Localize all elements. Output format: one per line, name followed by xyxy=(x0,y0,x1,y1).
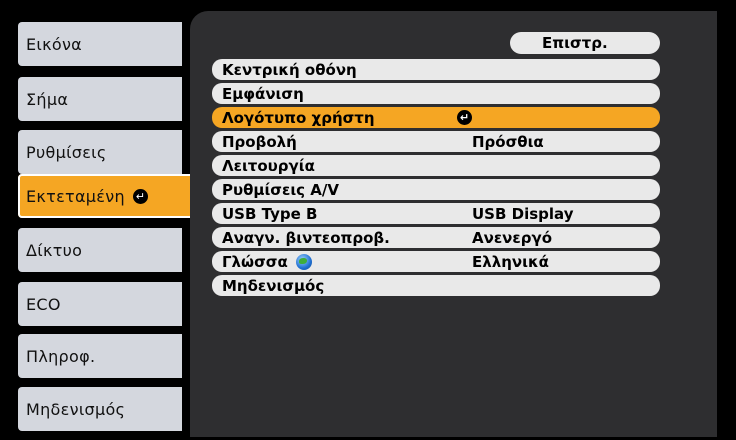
sidebar-item-label: Ρυθμίσεις xyxy=(26,142,107,162)
menu-item-label: USB Type B xyxy=(222,204,318,223)
globe-icon xyxy=(295,253,312,270)
menu-item-value: Πρόσθια xyxy=(472,132,544,151)
sidebar-item-label: Πληροφ. xyxy=(26,346,96,366)
menu-item-label: Λειτουργία xyxy=(222,156,315,175)
return-button-label: Επιστρ. xyxy=(542,34,608,52)
enter-icon: ↵ xyxy=(132,188,148,204)
menu-item-label: Κεντρική οθόνη xyxy=(222,60,357,79)
menu-item-label: Γλώσσα xyxy=(222,252,288,271)
menu-item-label: Προβολή xyxy=(222,132,297,151)
sidebar-item-label: Μηδενισμός xyxy=(26,399,126,419)
menu-item-label: Ρυθμίσεις A/V xyxy=(222,180,339,199)
menu-item-label: Εμφάνιση xyxy=(222,84,304,103)
menu-item-label: Αναγν. βιντεοπροβ. xyxy=(222,228,390,247)
menu-item-language[interactable]: Γλώσσα Ελληνικά xyxy=(212,251,660,272)
menu-item-projection[interactable]: Προβολή Πρόσθια xyxy=(212,131,660,152)
menu-item-projector-id[interactable]: Αναγν. βιντεοπροβ. Ανενεργό xyxy=(212,227,660,248)
menu-item-value: USB Display xyxy=(472,204,574,223)
menu-item-label: Λογότυπο χρήστη xyxy=(222,108,375,127)
sidebar-item-label: Εικόνα xyxy=(26,34,83,54)
menu-item-value: Ελληνικά xyxy=(472,252,549,271)
sidebar-item-extended[interactable]: Εκτεταμένη ↵ xyxy=(18,174,194,218)
sidebar-item-label: Δίκτυο xyxy=(26,240,83,260)
sidebar-item-reset[interactable]: Μηδενισμός xyxy=(18,387,182,431)
menu-item-av-settings[interactable]: Ρυθμίσεις A/V xyxy=(212,179,660,200)
sidebar-item-info[interactable]: Πληροφ. xyxy=(18,334,182,378)
sidebar-item-network[interactable]: Δίκτυο xyxy=(18,228,182,272)
menu-item-usb-type-b[interactable]: USB Type B USB Display xyxy=(212,203,660,224)
menu-item-user-logo[interactable]: Λογότυπο χρήστη ↵ xyxy=(212,107,660,128)
menu-item-label: Μηδενισμός xyxy=(222,276,325,295)
sidebar-item-label: ECO xyxy=(26,294,61,314)
return-button[interactable]: Επιστρ. xyxy=(510,32,660,54)
sidebar-item-label: Εκτεταμένη xyxy=(26,186,125,206)
menu-item-operation[interactable]: Λειτουργία xyxy=(212,155,660,176)
enter-icon: ↵ xyxy=(457,110,472,125)
menu-item-display[interactable]: Εμφάνιση xyxy=(212,83,660,104)
menu-item-value: Ανενεργό xyxy=(472,228,553,247)
sidebar-item-signal[interactable]: Σήμα xyxy=(18,77,182,121)
sidebar-item-image[interactable]: Εικόνα xyxy=(18,22,182,66)
menu-item-home-screen[interactable]: Κεντρική οθόνη xyxy=(212,59,660,80)
sidebar-item-eco[interactable]: ECO xyxy=(18,282,182,326)
sidebar-item-settings[interactable]: Ρυθμίσεις xyxy=(18,130,182,174)
menu-item-reset[interactable]: Μηδενισμός xyxy=(212,275,660,296)
sidebar-item-label: Σήμα xyxy=(26,89,69,109)
